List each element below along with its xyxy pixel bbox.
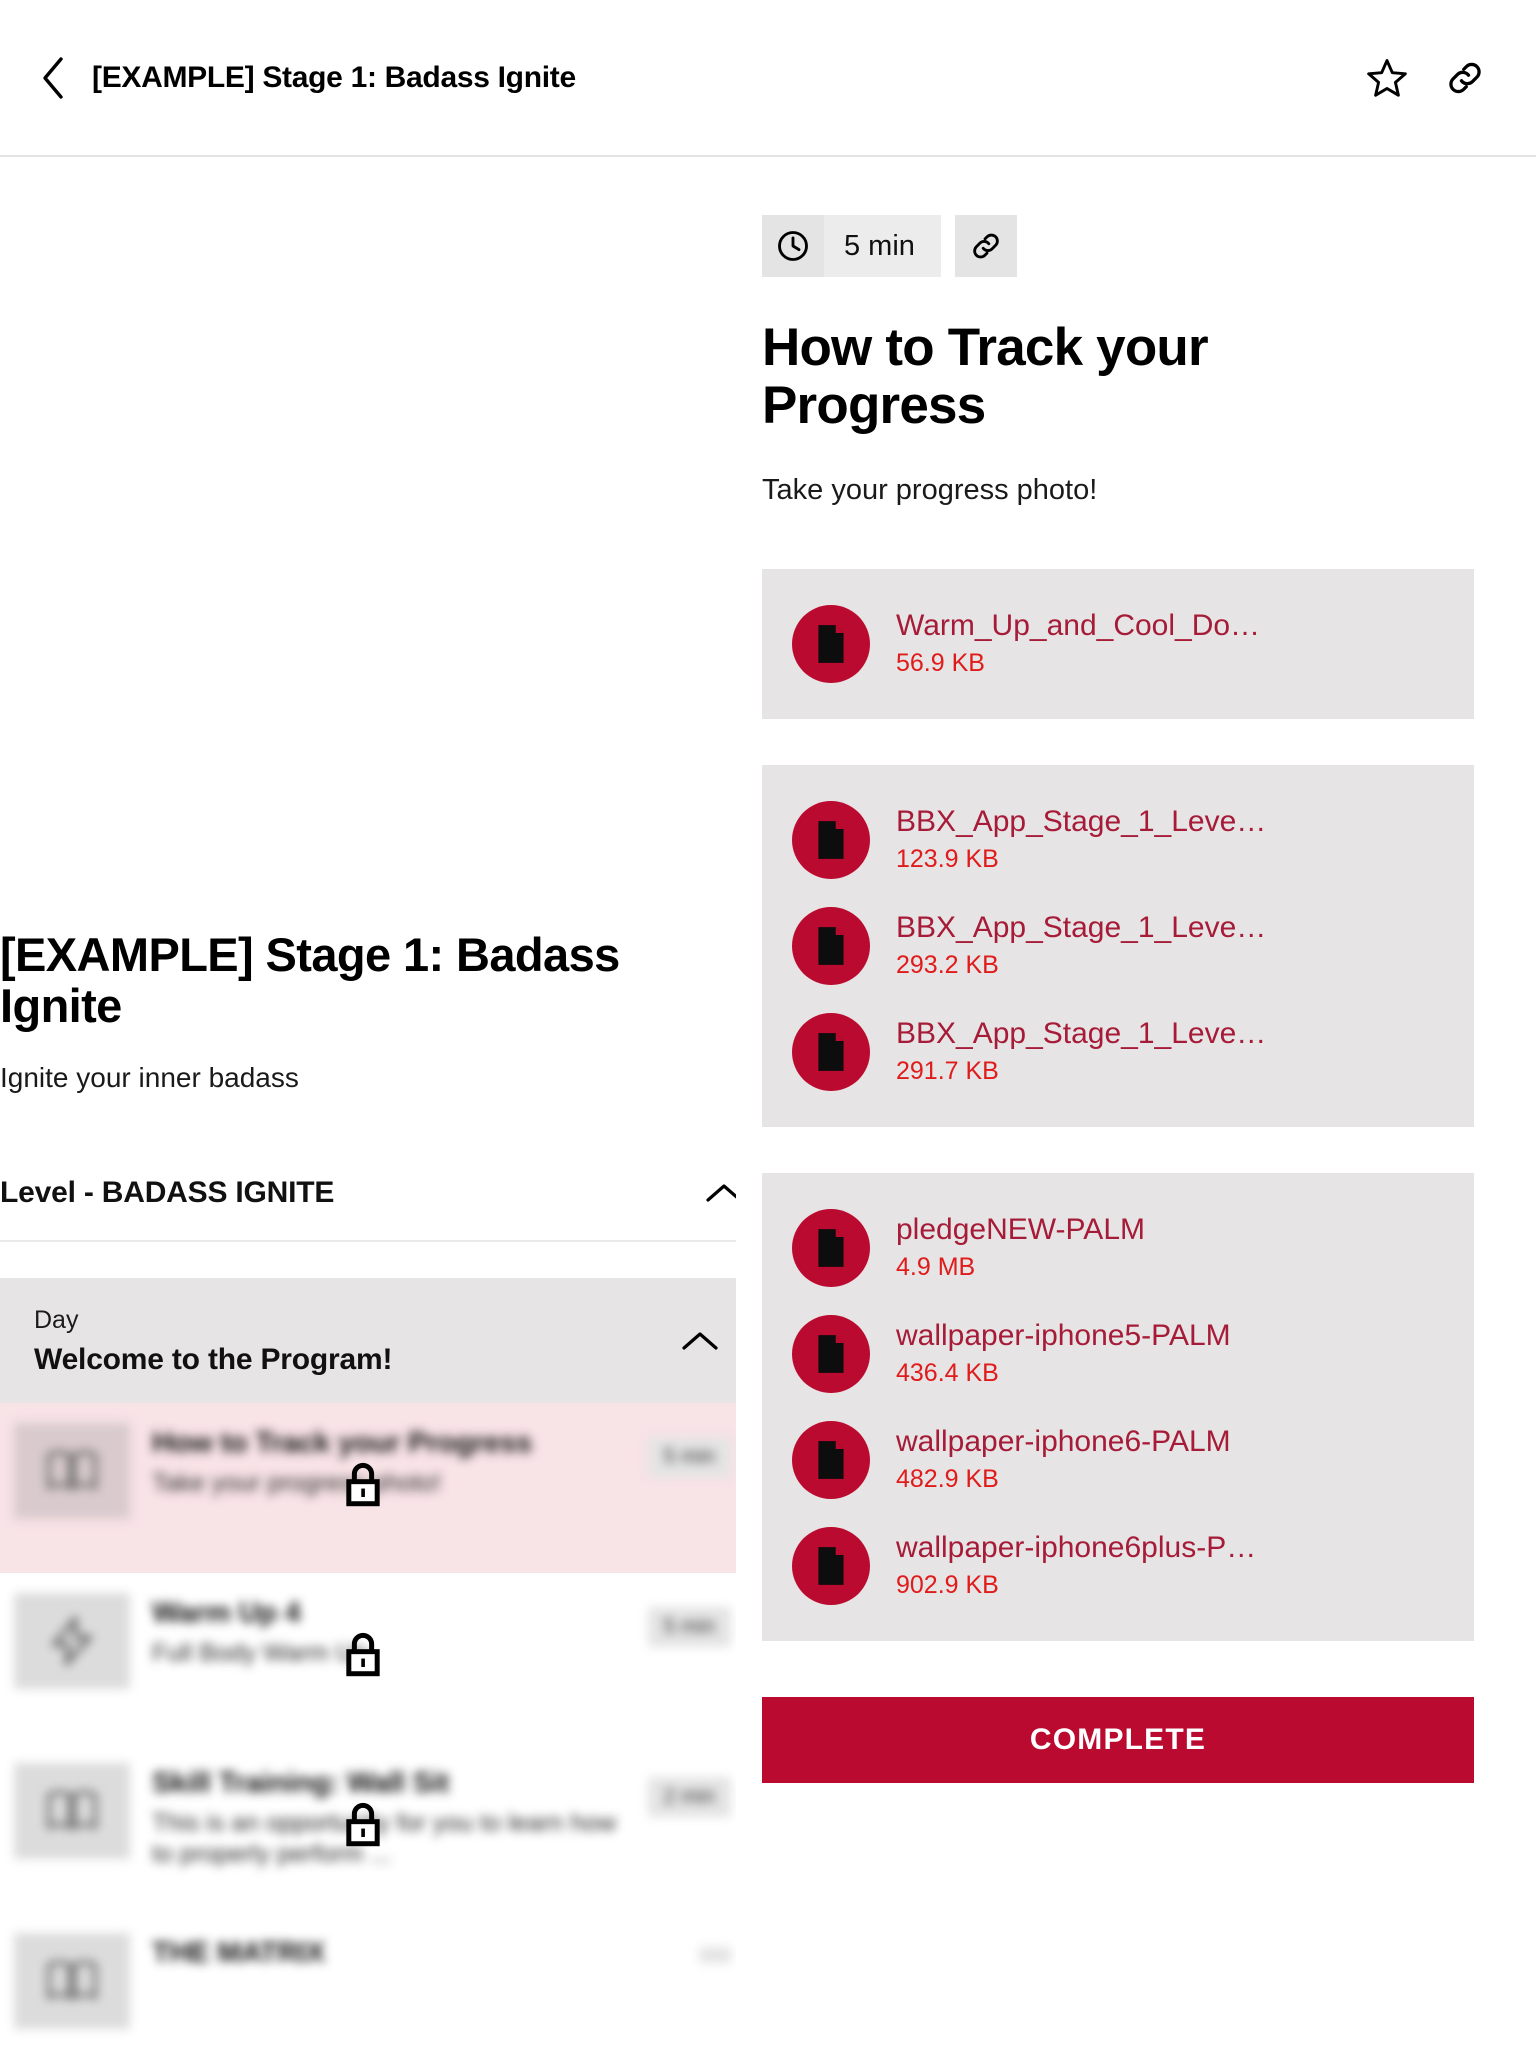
attachment-item[interactable]: wallpaper-iphone5-PALM 436.4 KB (762, 1301, 1474, 1407)
star-outline-icon (1367, 58, 1407, 97)
attachment-item[interactable]: Warm_Up_and_Cool_Do… 56.9 KB (762, 591, 1474, 697)
favorite-button[interactable] (1362, 53, 1412, 103)
attachment-item[interactable]: pledgeNEW-PALM 4.9 MB (762, 1195, 1474, 1301)
attachment-size: 291.7 KB (896, 1057, 999, 1086)
attachment-size: 293.2 KB (896, 951, 999, 980)
lesson-title: How to Track your Progress (152, 1426, 532, 1459)
attachment-size: 902.9 KB (896, 1571, 999, 1600)
attachment-item[interactable]: BBX_App_Stage_1_Leve… 291.7 KB (762, 999, 1474, 1105)
program-title: [EXAMPLE] Stage 1: Badass Ignite (0, 928, 620, 1032)
attachment-size: 123.9 KB (896, 845, 999, 874)
book-icon (14, 1932, 130, 2029)
lesson-duration-badge: 5 min (647, 1606, 731, 1647)
list-item[interactable]: How to Track your Progress Take your pro… (0, 1402, 736, 1573)
chevron-left-icon (43, 56, 63, 99)
lesson-title: Skill Training: Wall Sit (152, 1766, 450, 1799)
file-icon (792, 604, 870, 683)
attachment-name: wallpaper-iphone6plus-P… (896, 1531, 1257, 1565)
link-icon (1449, 62, 1481, 93)
lesson-description: This is an opportunity for you to learn … (152, 1808, 617, 1868)
attachment-size: 56.9 KB (896, 649, 985, 678)
lesson-heading: How to Track your Progress (762, 318, 1209, 436)
program-subtitle: Ignite your inner badass (0, 1061, 299, 1093)
file-icon (792, 1420, 870, 1499)
share-link-button[interactable] (1440, 53, 1490, 103)
attachment-name: wallpaper-iphone5-PALM (896, 1319, 1231, 1353)
day-kicker: Day (34, 1305, 79, 1334)
attachment-group: BBX_App_Stage_1_Leve… 123.9 KB BBX_App_S… (762, 764, 1474, 1127)
day-title: Welcome to the Program! (34, 1342, 393, 1376)
page-title: [EXAMPLE] Stage 1: Badass Ignite (92, 60, 576, 94)
lock-icon (340, 1798, 386, 1857)
lesson-description: Full Body Warm Up (152, 1638, 368, 1667)
bolt-icon (14, 1592, 130, 1689)
attachment-name: pledgeNEW-PALM (896, 1213, 1145, 1247)
lesson-duration-badge (699, 1946, 731, 1963)
lesson-intro-text: Take your progress photo! (762, 473, 1098, 506)
attachment-item[interactable]: BBX_App_Stage_1_Leve… 293.2 KB (762, 893, 1474, 999)
chevron-up-icon (679, 1320, 721, 1362)
complete-button[interactable]: COMPLETE (762, 1696, 1474, 1783)
lesson-title: THE MATRIX (152, 1936, 326, 1969)
duration-chip: 5 min (762, 215, 941, 277)
list-item[interactable]: THE MATRIX (0, 1912, 736, 2048)
duration-text: 5 min (844, 229, 915, 262)
attachment-name: BBX_App_Stage_1_Leve… (896, 911, 1267, 945)
lesson-description: Take your progress photo! (152, 1468, 442, 1497)
attachment-group: Warm_Up_and_Cool_Do… 56.9 KB (762, 568, 1474, 719)
attachment-item[interactable]: wallpaper-iphone6plus-P… 902.9 KB (762, 1513, 1474, 1619)
chevron-up-icon (703, 1172, 736, 1214)
level-label: Level - BADASS IGNITE (0, 1175, 335, 1209)
copy-link-button[interactable] (954, 215, 1017, 277)
file-icon (792, 906, 870, 985)
main-content: [EXAMPLE] Stage 1: Badass Ignite Ignite … (0, 157, 1536, 2048)
book-icon (14, 1762, 130, 1859)
attachment-size: 4.9 MB (896, 1253, 976, 1282)
back-button[interactable] (30, 55, 76, 101)
lock-icon (340, 1628, 386, 1687)
file-icon (792, 800, 870, 879)
attachment-name: wallpaper-iphone6-PALM (896, 1425, 1231, 1459)
lesson-title: Warm Up 4 (152, 1596, 301, 1629)
attachment-name: Warm_Up_and_Cool_Do… (896, 609, 1261, 643)
attachment-name: BBX_App_Stage_1_Leve… (896, 1017, 1267, 1051)
file-icon (792, 1012, 870, 1091)
lesson-detail-pane: 5 min How to Track your Progress Take yo… (736, 157, 1536, 2048)
lesson-duration-badge: 5 min (647, 1436, 731, 1477)
lesson-duration-badge: 2 min (647, 1776, 731, 1817)
book-icon (14, 1422, 130, 1519)
link-icon (973, 233, 999, 259)
attachment-name: BBX_App_Stage_1_Leve… (896, 805, 1267, 839)
day-accordion-header[interactable]: Day Welcome to the Program! (0, 1277, 736, 1403)
attachment-item[interactable]: wallpaper-iphone6-PALM 482.9 KB (762, 1407, 1474, 1513)
file-icon (792, 1314, 870, 1393)
level-accordion-header[interactable]: Level - BADASS IGNITE (0, 1172, 736, 1242)
attachment-item[interactable]: BBX_App_Stage_1_Leve… 123.9 KB (762, 787, 1474, 893)
list-item[interactable]: Skill Training: Wall Sit This is an oppo… (0, 1742, 736, 1913)
header-actions (1362, 53, 1508, 103)
attachment-size: 436.4 KB (896, 1359, 999, 1388)
lock-icon (340, 1458, 386, 1517)
app-header: [EXAMPLE] Stage 1: Badass Ignite (0, 0, 1536, 157)
attachment-group: pledgeNEW-PALM 4.9 MB wallpaper-iphone5-… (762, 1172, 1474, 1641)
file-icon (792, 1208, 870, 1287)
lesson-list: How to Track your Progress Take your pro… (0, 1402, 736, 2048)
lesson-meta-row: 5 min (762, 215, 1474, 277)
program-outline-pane: [EXAMPLE] Stage 1: Badass Ignite Ignite … (0, 157, 736, 2048)
clock-icon (762, 215, 824, 277)
list-item[interactable]: Warm Up 4 Full Body Warm Up 5 min (0, 1572, 736, 1743)
attachment-size: 482.9 KB (896, 1465, 999, 1494)
file-icon (792, 1526, 870, 1605)
